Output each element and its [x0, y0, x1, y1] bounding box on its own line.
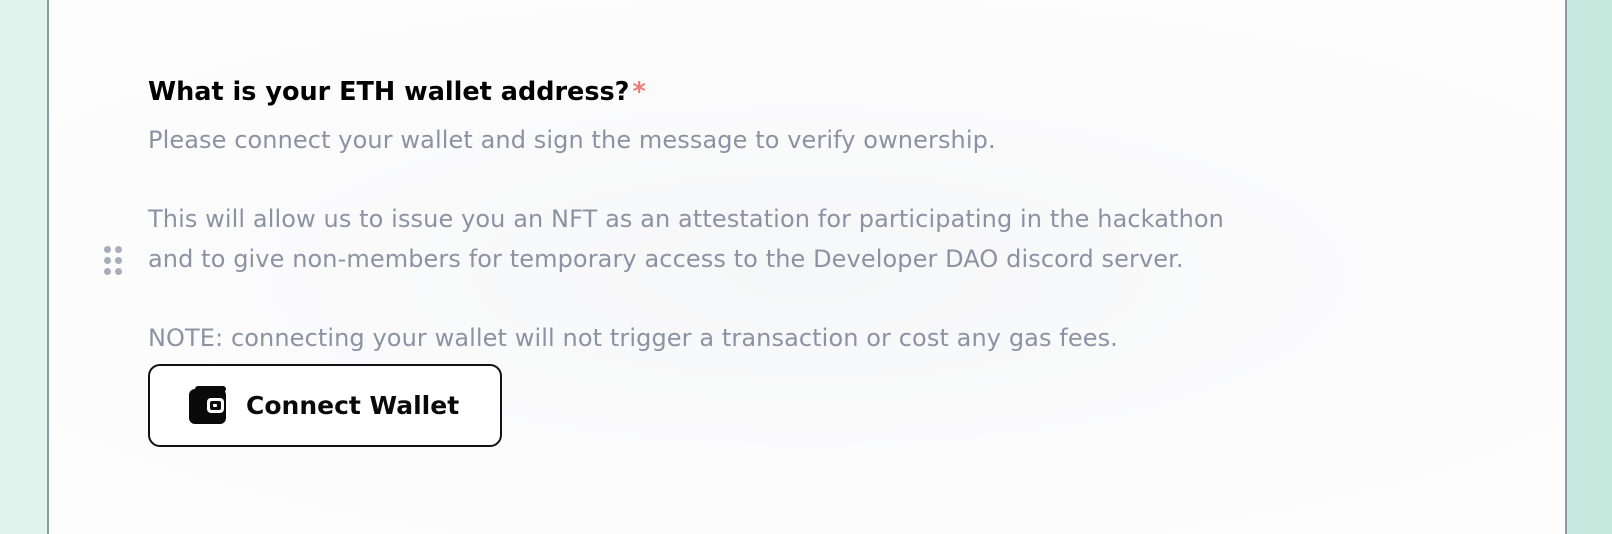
- wallet-icon: [188, 386, 227, 425]
- question-description: Please connect your wallet and sign the …: [148, 120, 1488, 358]
- required-marker: *: [632, 77, 646, 107]
- drag-dot: [115, 268, 122, 275]
- description-line: NOTE: connecting your wallet will not tr…: [148, 324, 1118, 352]
- question-block: What is your ETH wallet address? * Please…: [148, 74, 1488, 358]
- description-paragraph: This will allow us to issue you an NFT a…: [148, 199, 1488, 279]
- drag-dot: [115, 246, 122, 253]
- drag-handle-icon[interactable]: [102, 246, 124, 278]
- description-paragraph: Please connect your wallet and sign the …: [148, 120, 1488, 160]
- description-line: Please connect your wallet and sign the …: [148, 126, 996, 154]
- drag-dot: [115, 257, 122, 264]
- description-line: and to give non-members for temporary ac…: [148, 245, 1184, 273]
- connect-wallet-button[interactable]: Connect Wallet: [148, 364, 502, 447]
- drag-dot: [104, 246, 111, 253]
- question-title: What is your ETH wallet address? *: [148, 74, 1488, 110]
- description-line: This will allow us to issue you an NFT a…: [148, 205, 1224, 233]
- drag-dot: [104, 257, 111, 264]
- description-paragraph: NOTE: connecting your wallet will not tr…: [148, 318, 1488, 358]
- connect-wallet-label: Connect Wallet: [246, 391, 460, 420]
- question-title-text: What is your ETH wallet address?: [148, 77, 630, 107]
- drag-dot: [104, 268, 111, 275]
